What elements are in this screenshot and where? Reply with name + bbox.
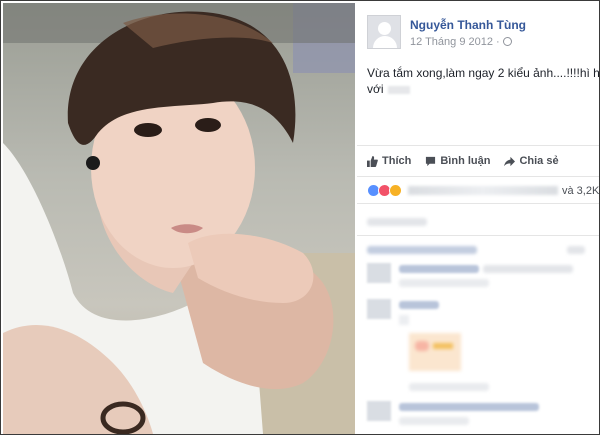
divider <box>357 145 599 146</box>
comment-button[interactable]: Bình luận <box>425 155 490 167</box>
share-icon <box>504 156 516 166</box>
comment-text-blurred <box>483 265 573 273</box>
comment-meta-blurred <box>409 383 489 391</box>
like-button[interactable]: Thích <box>367 155 411 167</box>
comment-label: Bình luận <box>440 155 491 167</box>
reactor-names-blurred <box>408 186 558 195</box>
screenshot-frame: Nguyễn Thanh Tùng 12 Tháng 9 2012 · Vừa … <box>0 0 600 435</box>
blurred-text <box>367 218 427 226</box>
comment-image-blurred[interactable] <box>409 333 461 371</box>
post-header: Nguyễn Thanh Tùng 12 Tháng 9 2012 · <box>367 15 526 49</box>
divider <box>357 176 599 177</box>
globe-icon <box>502 37 512 46</box>
commenter-name-blurred[interactable] <box>399 265 479 273</box>
share-label: Chia sẻ <box>519 155 559 167</box>
reaction-count: và 3,2K người khác <box>562 184 599 197</box>
reactions-summary[interactable]: và 3,2K người khác <box>367 184 599 197</box>
post-actions: Thích Bình luận Chia sẻ <box>367 155 559 167</box>
author-avatar[interactable] <box>367 15 401 49</box>
post-with-line: với <box>367 82 410 96</box>
tagged-user-blurred <box>387 85 410 94</box>
blurred-text <box>399 315 409 325</box>
timestamp-text[interactable]: 12 Tháng 9 2012 · <box>410 36 500 48</box>
commenter-name-blurred[interactable] <box>399 301 439 309</box>
author-name[interactable]: Nguyễn Thanh Tùng <box>410 18 526 32</box>
with-label: với <box>367 82 384 96</box>
view-previous-comments-blurred[interactable] <box>367 246 477 254</box>
post-photo[interactable] <box>3 3 355 434</box>
commenter-avatar[interactable] <box>367 401 391 421</box>
like-label: Thích <box>382 155 412 167</box>
post-panel: Nguyễn Thanh Tùng 12 Tháng 9 2012 · Vừa … <box>357 3 599 434</box>
post-timestamp[interactable]: 12 Tháng 9 2012 · <box>410 36 526 48</box>
comment-meta-blurred <box>399 279 489 287</box>
comment-icon <box>426 156 436 166</box>
post-text: Vừa tắm xong,làm ngay 2 kiểu ảnh....!!!!… <box>367 66 599 80</box>
comment-meta-blurred <box>399 417 469 425</box>
commenter-avatar[interactable] <box>367 263 391 283</box>
divider <box>357 203 599 204</box>
blurred-text <box>567 246 585 254</box>
commenter-avatar[interactable] <box>367 299 391 319</box>
divider <box>357 235 599 236</box>
thumbs-up-icon <box>367 155 378 167</box>
commenter-name-blurred[interactable] <box>399 403 539 411</box>
haha-reaction-icon <box>389 184 402 197</box>
share-button[interactable]: Chia sẻ <box>504 155 559 167</box>
photo-illustration <box>3 3 355 434</box>
